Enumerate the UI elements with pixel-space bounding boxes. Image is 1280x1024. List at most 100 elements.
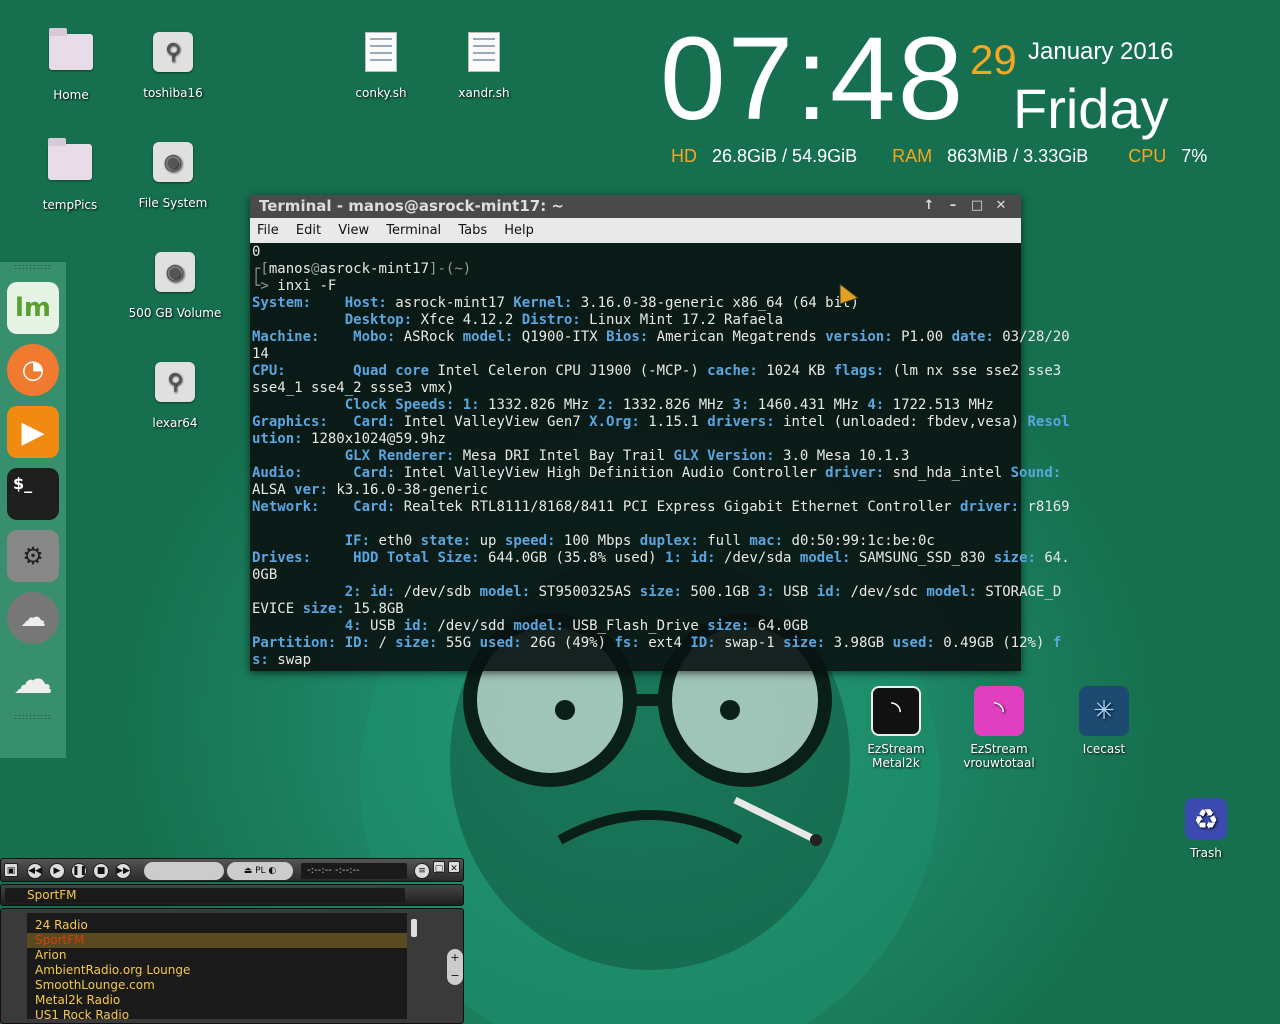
desktop-icon-conky-sh[interactable]: conky.sh [326, 28, 436, 100]
terminal-line: System: Host: asrock-mint17 Kernel: 3.16… [252, 295, 859, 311]
playlist-item[interactable]: 24 Radio [27, 918, 407, 933]
terminal-line: Drives: HDD Total Size: 644.0GB (35.8% u… [252, 550, 1070, 566]
menu-tabs[interactable]: Tabs [458, 223, 487, 238]
usb-drive-icon: ⚲ [153, 32, 193, 72]
hd-value: 26.8GiB / 54.9GiB [712, 146, 858, 166]
script-file-icon [365, 32, 397, 72]
playlist-item[interactable]: SmoothLounge.com [27, 978, 407, 993]
playlist-item[interactable]: Metal2k Radio [27, 993, 407, 1008]
desktop-icon-trash[interactable]: ♻ Trash [1161, 798, 1251, 860]
terminal-menubar: File Edit View Terminal Tabs Help [250, 218, 1021, 243]
mouse-cursor-icon [839, 282, 860, 305]
menu-view[interactable]: View [338, 223, 369, 238]
station-bar: SportFM [0, 884, 464, 906]
always-on-top-button[interactable]: ↑ [917, 198, 941, 213]
maximize-button[interactable]: □ [965, 198, 989, 213]
menu-file[interactable]: File [257, 223, 279, 238]
next-button[interactable]: ▶▶ [115, 863, 131, 879]
playlist-item[interactable]: US1 Rock Radio [27, 1008, 407, 1019]
cpu-label: CPU [1128, 146, 1167, 166]
usb-drive-icon: ⚲ [155, 362, 195, 402]
terminal-line: 4: USB id: /dev/sdd model: USB_Flash_Dri… [344, 618, 809, 634]
playlist[interactable]: 24 Radio SportFM Arion AmbientRadio.org Lou… [27, 913, 407, 1019]
pause-button[interactable]: ❚❚ [71, 863, 87, 879]
terminal-line: ution: 1280x1024@59.9hz [252, 431, 446, 447]
play-button[interactable]: ▶ [49, 863, 65, 879]
terminal-output[interactable]: 0 ┌[manos@asrock-mint17]-(~) └> inxi -F Sys… [250, 243, 1070, 669]
weather-cloud-icon[interactable]: ☁ [7, 592, 59, 644]
terminal-line: sse4_1 sse4_2 ssse3 vmx) [252, 380, 455, 396]
playlist-item[interactable]: Arion [27, 948, 407, 963]
shortcut-ezstream-metal2k[interactable]: ◝ EzStream Metal2k [851, 686, 941, 770]
shade-button[interactable]: ▢ [433, 861, 445, 874]
desktop-icon-500gb-volume[interactable]: ◉ 500 GB Volume [120, 248, 230, 320]
hd-label: HD [671, 146, 697, 166]
desktop-icon-lexar64[interactable]: ⚲ lexar64 [120, 358, 230, 430]
minimize-button[interactable]: – [941, 198, 965, 213]
terminal-line: Clock Speeds: 1: 1332.826 MHz 2: 1332.82… [344, 397, 994, 413]
terminal-line: 0GB [252, 567, 278, 583]
terminal-line: IF: eth0 state: up speed: 100 Mbps duple… [344, 533, 935, 549]
desktop-icon-file-system[interactable]: ◉ File System [118, 138, 228, 210]
playlist-add-remove[interactable]: + − [447, 949, 463, 985]
terminal-line: └> inxi -F [252, 278, 337, 294]
cpu-value: 7% [1181, 146, 1208, 166]
menu-edit[interactable]: Edit [296, 223, 321, 238]
playlist-eq-buttons[interactable]: ⏏ PL ◐ [227, 862, 293, 880]
menu-help[interactable]: Help [504, 223, 534, 238]
terminal-line: CPU: Quad core Intel Celeron CPU J1900 (… [252, 363, 1062, 379]
terminal-line: GLX Renderer: Mesa DRI Intel Bay Trail G… [344, 448, 910, 464]
stop-button[interactable]: ■ [93, 863, 109, 879]
terminal-line: EVICE size: 15.8GB [252, 601, 404, 617]
ram-label: RAM [892, 146, 933, 166]
conky-stats: HD 26.8GiB / 54.9GiB RAM 863MiB / 3.33Gi… [671, 146, 1207, 167]
dock-grip-bottom[interactable]: :::::::::: [0, 712, 66, 722]
file-manager-icon[interactable]: ⚙ [7, 530, 59, 582]
terminal-icon[interactable]: $_ [7, 468, 59, 520]
shortcut-icecast[interactable]: ✳ Icecast [1059, 686, 1149, 756]
home-folder-icon [49, 28, 93, 70]
dock-grip-top[interactable]: :::::::::: [0, 262, 66, 272]
player-menu-icon[interactable]: ≡ [414, 863, 430, 879]
terminal-line: Graphics: Card: Intel ValleyView Gen7 X.… [252, 414, 1070, 430]
playlist-panel: 24 Radio SportFM Arion AmbientRadio.org Lou… [0, 908, 464, 1024]
terminal-line: s: swap [252, 652, 312, 668]
terminal-line: ALSA ver: k3.16.0-38-generic [252, 482, 489, 498]
rss-feed-icon: ◝ [974, 686, 1024, 736]
clock-weekday: Friday [1013, 77, 1169, 140]
rss-feed-icon: ◝ [871, 686, 921, 736]
terminal-title: Terminal - manos@asrock-mint17: ~ [259, 197, 564, 215]
weather-storm-icon[interactable]: ☁ [7, 654, 59, 706]
firefox-icon[interactable]: ◔ [7, 344, 59, 396]
terminal-line: 0 [252, 244, 261, 260]
time-display: -:--:-- -:--:-- [301, 863, 407, 879]
shortcut-ezstream-vrouwtotaal[interactable]: ◝ EzStream vrouwtotaal [954, 686, 1044, 770]
menu-terminal[interactable]: Terminal [386, 223, 441, 238]
terminal-titlebar[interactable]: Terminal - manos@asrock-mint17: ~ ↑ – □ ✕ [250, 195, 1021, 218]
mint-menu-icon[interactable]: lm [7, 282, 59, 334]
player-controls: ▣ ◀◀ ▶ ❚❚ ■ ▶▶ ⏏ PL ◐ -:--:-- -:--:-- ≡ … [0, 858, 464, 882]
current-station: SportFM [5, 888, 405, 903]
desktop-icon-temppics[interactable]: tempPics [15, 138, 125, 212]
playlist-scrollbar[interactable] [411, 919, 417, 937]
playlist-item[interactable]: SportFM [27, 933, 407, 948]
terminal-line: 14 [252, 346, 269, 362]
previous-button[interactable]: ◀◀ [27, 863, 43, 879]
desktop-icon-toshiba16[interactable]: ⚲ toshiba16 [118, 28, 228, 100]
clock-time: 07:48 [660, 13, 966, 145]
playlist-item[interactable]: AmbientRadio.org Lounge [27, 963, 407, 978]
script-file-icon [468, 32, 500, 72]
terminal-window[interactable]: Terminal - manos@asrock-mint17: ~ ↑ – □ ✕ F… [250, 195, 1070, 671]
desktop-icon-home[interactable]: Home [16, 28, 126, 102]
close-button[interactable]: ✕ [989, 198, 1013, 213]
media-player-icon[interactable]: ▶ [7, 406, 59, 458]
terminal-line: Partition: ID: / size: 55G used: 26G (49… [252, 635, 1062, 651]
desktop-icon-xandr-sh[interactable]: xandr.sh [429, 28, 539, 100]
icecast-icon: ✳ [1079, 686, 1129, 736]
hard-drive-icon: ◉ [153, 142, 193, 182]
terminal-line: Audio: Card: Intel ValleyView High Defin… [252, 465, 1062, 481]
player-close-button[interactable]: ✕ [448, 861, 460, 874]
volume-slider[interactable] [144, 862, 224, 880]
player-menu-button[interactable]: ▣ [4, 863, 18, 877]
